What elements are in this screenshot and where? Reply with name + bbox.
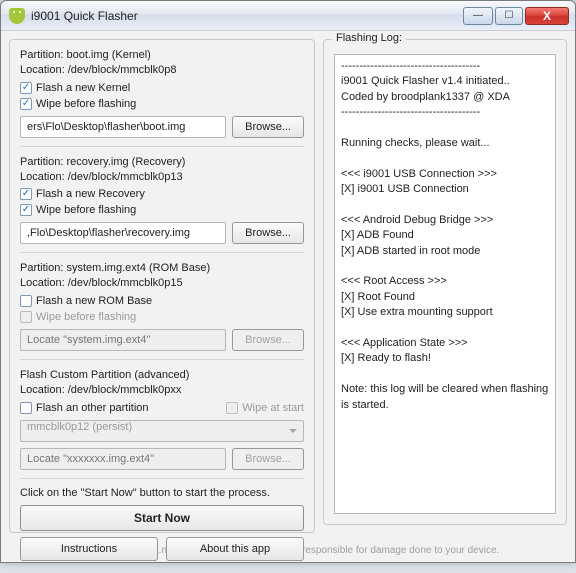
start-hint: Click on the "Start Now" button to start… <box>20 487 304 499</box>
recovery-flash-checkbox[interactable] <box>20 188 32 200</box>
log-title: Flashing Log: <box>332 32 406 44</box>
kernel-wipe-label: Wipe before flashing <box>36 98 136 110</box>
kernel-header-1: Partition: boot.img (Kernel) <box>20 48 304 63</box>
recovery-path-input[interactable] <box>20 222 226 244</box>
custom-header-1: Flash Custom Partition (advanced) <box>20 368 304 383</box>
kernel-browse-button[interactable]: Browse... <box>232 116 304 138</box>
system-header-2: Location: /dev/block/mmcblk0p15 <box>20 276 304 291</box>
custom-partition-combo: mmcblk0p12 (persist) <box>20 420 304 442</box>
system-browse-button: Browse... <box>232 329 304 351</box>
recovery-header-2: Location: /dev/block/mmcblk0p13 <box>20 170 304 185</box>
system-flash-label: Flash a new ROM Base <box>36 295 152 307</box>
close-button[interactable]: X <box>525 7 569 25</box>
right-panel: Flashing Log: --------------------------… <box>323 39 567 533</box>
maximize-button[interactable]: ☐ <box>495 7 523 25</box>
system-path-input <box>20 329 226 351</box>
kernel-wipe-checkbox[interactable] <box>20 98 32 110</box>
main-groupbox: Partition: boot.img (Kernel) Location: /… <box>9 39 315 533</box>
about-button[interactable]: About this app <box>166 537 304 561</box>
recovery-section: Partition: recovery.img (Recovery) Locat… <box>20 155 304 245</box>
recovery-flash-label: Flash a new Recovery <box>36 188 145 200</box>
custom-wipe-checkbox <box>226 402 238 414</box>
left-panel: Partition: boot.img (Kernel) Location: /… <box>9 39 315 533</box>
separator <box>20 252 304 253</box>
log-groupbox: Flashing Log: --------------------------… <box>323 39 567 525</box>
separator <box>20 359 304 360</box>
titlebar[interactable]: i9001 Quick Flasher — ☐ X <box>1 1 575 31</box>
system-header-1: Partition: system.img.ext4 (ROM Base) <box>20 261 304 276</box>
system-section: Partition: system.img.ext4 (ROM Base) Lo… <box>20 261 304 351</box>
recovery-header-1: Partition: recovery.img (Recovery) <box>20 155 304 170</box>
app-window: i9001 Quick Flasher — ☐ X Partition: boo… <box>0 0 576 563</box>
custom-wipe-label: Wipe at start <box>242 402 304 414</box>
system-wipe-checkbox <box>20 311 32 323</box>
flashing-log[interactable]: -------------------------------------- i… <box>334 54 556 514</box>
custom-header-2: Location: /dev/block/mmcblk0pxx <box>20 383 304 398</box>
client-area: Partition: boot.img (Kernel) Location: /… <box>1 31 575 541</box>
custom-browse-button: Browse... <box>232 448 304 470</box>
custom-section: Flash Custom Partition (advanced) Locati… <box>20 368 304 470</box>
custom-flash-label: Flash an other partition <box>36 402 149 414</box>
system-flash-checkbox[interactable] <box>20 295 32 307</box>
minimize-button[interactable]: — <box>463 7 493 25</box>
recovery-wipe-label: Wipe before flashing <box>36 204 136 216</box>
android-icon <box>9 8 25 24</box>
custom-path-input <box>20 448 226 470</box>
recovery-wipe-checkbox[interactable] <box>20 204 32 216</box>
window-title: i9001 Quick Flasher <box>31 9 461 23</box>
kernel-flash-label: Flash a new Kernel <box>36 82 130 94</box>
kernel-path-input[interactable] <box>20 116 226 138</box>
kernel-section: Partition: boot.img (Kernel) Location: /… <box>20 48 304 138</box>
start-now-button[interactable]: Start Now <box>20 505 304 531</box>
instructions-button[interactable]: Instructions <box>20 537 158 561</box>
separator <box>20 478 304 479</box>
separator <box>20 146 304 147</box>
system-wipe-label: Wipe before flashing <box>36 311 136 323</box>
custom-flash-checkbox[interactable] <box>20 402 32 414</box>
window-controls: — ☐ X <box>461 7 569 25</box>
kernel-header-2: Location: /dev/block/mmcblk0p8 <box>20 63 304 78</box>
recovery-browse-button[interactable]: Browse... <box>232 222 304 244</box>
kernel-flash-checkbox[interactable] <box>20 82 32 94</box>
